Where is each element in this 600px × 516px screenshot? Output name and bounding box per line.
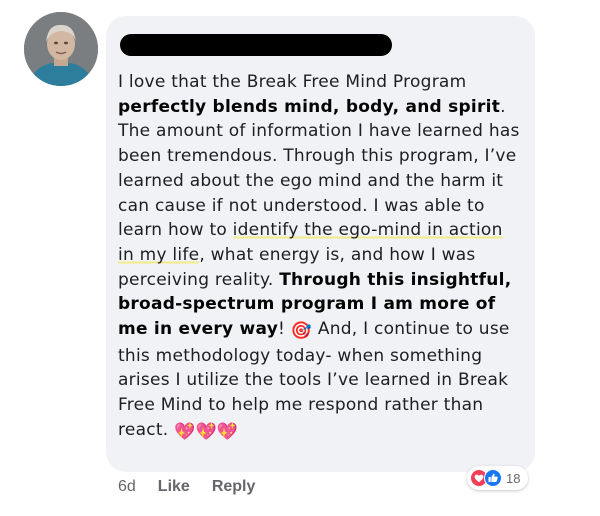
avatar[interactable] <box>24 12 98 86</box>
avatar-photo <box>24 12 98 86</box>
emoji: 💖💖💖 <box>174 421 239 442</box>
text-span: I love that the Break Free Mind Program <box>118 72 467 92</box>
emoji: 🎯 <box>290 321 313 342</box>
reaction-summary[interactable]: 18 <box>467 466 529 490</box>
reply-button[interactable]: Reply <box>212 478 256 496</box>
redacted-author-name <box>120 34 392 56</box>
like-button[interactable]: Like <box>158 478 190 496</box>
bold-text: perfectly blends mind, body, and spirit <box>118 96 501 117</box>
comment-actions: 6d Like Reply <box>118 478 277 496</box>
timestamp[interactable]: 6d <box>118 478 136 496</box>
text-span: ! <box>278 319 291 340</box>
comment-bubble: I love that the Break Free Mind Program … <box>106 16 535 472</box>
comment-text: I love that the Break Free Mind Program … <box>118 70 522 445</box>
reaction-count: 18 <box>506 470 521 486</box>
text-span: . The amount of information I have learn… <box>118 96 520 241</box>
like-icon <box>484 469 502 487</box>
